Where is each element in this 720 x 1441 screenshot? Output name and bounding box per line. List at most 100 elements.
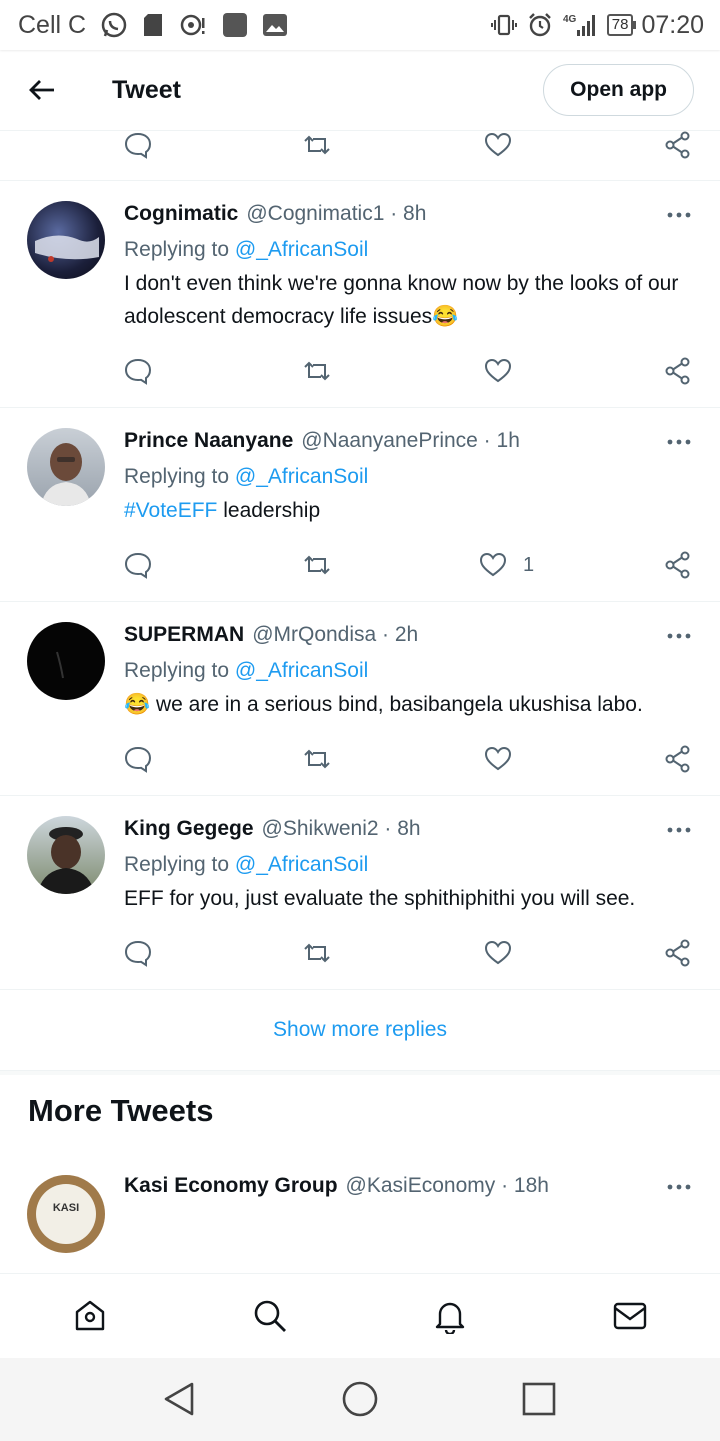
retweet-icon xyxy=(304,943,330,963)
triangle-back-icon xyxy=(164,1382,194,1416)
avatar[interactable] xyxy=(27,622,105,700)
circle-home-icon xyxy=(342,1381,378,1417)
reply-tweet[interactable]: Cognimatic @Cognimatic1 · 8h Replying to… xyxy=(0,181,720,408)
author-handle[interactable]: @NaanyanePrince · 1h xyxy=(301,426,520,456)
retweet-icon xyxy=(304,555,330,575)
reply-button[interactable] xyxy=(124,745,152,773)
like-button[interactable]: 1 xyxy=(479,551,534,579)
reply-tweet[interactable]: SUPERMAN @MrQondisa · 2h Replying to @_A… xyxy=(0,602,720,796)
hotspot-icon xyxy=(178,12,208,38)
reply-button[interactable] xyxy=(124,551,152,579)
author-handle[interactable]: @Shikweni2 · 8h xyxy=(262,814,421,844)
retweet-icon xyxy=(304,749,330,769)
search-icon xyxy=(254,1300,286,1332)
author-name[interactable]: King Gegege xyxy=(124,814,254,844)
retweet-button[interactable] xyxy=(303,357,331,385)
retweet-button[interactable] xyxy=(303,131,331,159)
heart-icon xyxy=(484,940,512,965)
like-button[interactable] xyxy=(484,939,512,967)
system-home-button[interactable] xyxy=(340,1379,380,1424)
open-app-button[interactable]: Open app xyxy=(543,64,694,116)
reply-tweet[interactable]: Prince Naanyane @NaanyanePrince · 1h Rep… xyxy=(0,408,720,602)
like-button[interactable] xyxy=(484,357,512,385)
author-name[interactable]: SUPERMAN xyxy=(124,620,244,650)
more-dots-icon xyxy=(667,1184,691,1190)
share-button[interactable] xyxy=(664,131,692,159)
home-icon xyxy=(75,1300,105,1331)
app-bar: Tweet Open app xyxy=(0,50,720,131)
replying-to-link[interactable]: @_AfricanSoil xyxy=(235,465,368,488)
reply-icon xyxy=(124,358,152,385)
more-dots-icon xyxy=(667,633,691,639)
battery-indicator: 78 xyxy=(606,14,637,36)
more-options-button[interactable] xyxy=(666,205,692,225)
like-button[interactable] xyxy=(484,745,512,773)
reply-button[interactable] xyxy=(124,131,152,159)
more-options-button[interactable] xyxy=(666,1177,692,1197)
clock: 07:20 xyxy=(641,10,704,39)
reply-button[interactable] xyxy=(124,357,152,385)
avatar[interactable] xyxy=(27,816,105,894)
app-notification-icon xyxy=(222,12,248,38)
retweet-icon xyxy=(304,135,330,155)
system-recents-button[interactable] xyxy=(521,1381,557,1422)
tweet-text: 😂 we are in a serious bind, basibangela … xyxy=(124,693,643,716)
author-handle[interactable]: @MrQondisa · 2h xyxy=(252,620,418,650)
avatar[interactable]: KASI xyxy=(27,1175,105,1253)
tweet-text: #VoteEFF leadership xyxy=(124,499,321,522)
retweet-button[interactable] xyxy=(303,551,331,579)
heart-icon xyxy=(484,746,512,771)
heart-icon xyxy=(484,358,512,383)
reply-button[interactable] xyxy=(124,939,152,967)
replying-to: Replying to @_AfricanSoil xyxy=(124,853,369,876)
suggested-tweet[interactable]: KASI Kasi Economy Group @KasiEconomy · 1… xyxy=(0,1153,720,1253)
author-name[interactable]: Cognimatic xyxy=(124,199,238,229)
carrier-label: Cell C xyxy=(18,10,87,39)
replying-to-link[interactable]: @_AfricanSoil xyxy=(235,238,368,261)
replying-to-link[interactable]: @_AfricanSoil xyxy=(235,853,368,876)
nav-search-button[interactable] xyxy=(245,1291,295,1341)
share-button[interactable] xyxy=(664,357,692,385)
retweet-button[interactable] xyxy=(303,745,331,773)
nav-messages-button[interactable] xyxy=(605,1291,655,1341)
reply-tweet[interactable]: King Gegege @Shikweni2 · 8h Replying to … xyxy=(0,796,720,990)
share-button[interactable] xyxy=(664,939,692,967)
main-tweet-actions xyxy=(0,131,720,181)
more-dots-icon xyxy=(667,439,691,445)
author-handle[interactable]: @KasiEconomy · 18h xyxy=(346,1171,549,1201)
alarm-icon xyxy=(527,12,553,38)
share-icon xyxy=(665,551,690,579)
author-name[interactable]: Prince Naanyane xyxy=(124,426,293,456)
back-button[interactable] xyxy=(20,68,64,112)
like-button[interactable] xyxy=(484,131,512,159)
avatar[interactable] xyxy=(27,428,105,506)
reply-icon xyxy=(124,940,152,967)
replies-timeline[interactable]: Cognimatic @Cognimatic1 · 8h Replying to… xyxy=(0,131,720,1273)
hashtag-link[interactable]: #VoteEFF xyxy=(124,499,217,522)
nav-home-button[interactable] xyxy=(65,1291,115,1341)
show-more-replies-link[interactable]: Show more replies xyxy=(0,990,720,1071)
more-options-button[interactable] xyxy=(666,820,692,840)
signal-icon: 4G xyxy=(563,12,597,38)
whatsapp-icon xyxy=(100,11,128,39)
bell-icon xyxy=(435,1302,465,1334)
square-recents-icon xyxy=(522,1382,556,1416)
more-options-button[interactable] xyxy=(666,626,692,646)
reply-icon xyxy=(124,132,152,159)
retweet-icon xyxy=(304,361,330,381)
page-title: Tweet xyxy=(112,75,181,104)
system-back-button[interactable] xyxy=(160,1380,198,1423)
nav-notifications-button[interactable] xyxy=(425,1291,475,1341)
author-name[interactable]: Kasi Economy Group xyxy=(124,1171,338,1201)
like-count: 1 xyxy=(523,553,535,576)
share-icon xyxy=(665,745,690,773)
avatar[interactable] xyxy=(27,201,105,279)
share-button[interactable] xyxy=(664,745,692,773)
share-button[interactable] xyxy=(664,551,692,579)
more-options-button[interactable] xyxy=(666,432,692,452)
replying-to-link[interactable]: @_AfricanSoil xyxy=(235,659,368,682)
heart-icon xyxy=(479,552,507,577)
retweet-button[interactable] xyxy=(303,939,331,967)
author-handle[interactable]: @Cognimatic1 · 8h xyxy=(246,199,426,229)
tweet-text: EFF for you, just evaluate the sphithiph… xyxy=(124,887,636,910)
